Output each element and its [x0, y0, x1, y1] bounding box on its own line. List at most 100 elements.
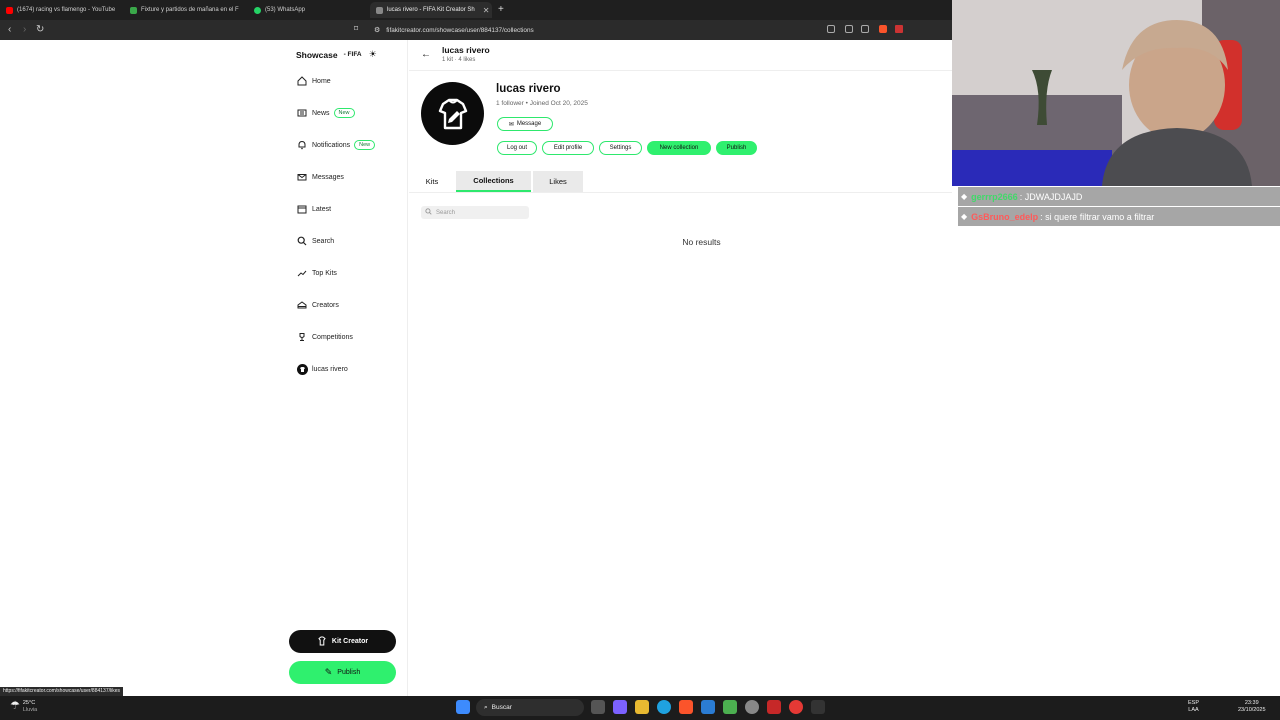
sidebar-item-label: News — [312, 109, 330, 117]
sidebar-item-competitions[interactable]: Competitions — [296, 329, 353, 345]
header-name: lucas rivero — [442, 45, 490, 55]
site-icon — [376, 6, 383, 14]
new-tab-button[interactable]: + — [498, 4, 504, 15]
widgets-icon[interactable] — [613, 700, 627, 714]
badge-icon: ◆ — [961, 192, 968, 201]
bookmark-icon[interactable]: ⌑ — [354, 24, 358, 33]
msi-icon[interactable] — [811, 700, 825, 714]
app-icon[interactable] — [767, 700, 781, 714]
profile-avatar — [421, 82, 484, 145]
empty-state: No results — [682, 237, 721, 247]
new-collection-button[interactable]: New collection — [647, 141, 711, 155]
kit-creator-button[interactable]: Kit Creator — [289, 630, 396, 653]
brand[interactable]: Showcase - FIFA ☀ — [296, 49, 377, 60]
webcam-overlay — [952, 0, 1280, 186]
publish-side-button[interactable]: ✎ Publish — [289, 661, 396, 684]
logout-button[interactable]: Log out — [497, 141, 537, 155]
browser-tab-youtube[interactable]: (1674) racing vs flamengo - YouTube — [6, 2, 126, 18]
brave-shield-icon[interactable] — [879, 25, 887, 33]
brave-icon[interactable] — [679, 700, 693, 714]
sidebar-item-news[interactable]: News New — [296, 105, 355, 121]
language-indicator[interactable]: ESP LAA — [1188, 700, 1199, 714]
edge-icon[interactable] — [657, 700, 671, 714]
publish-button[interactable]: Publish — [716, 141, 757, 155]
sidebar-item-profile[interactable]: lucas rivero — [296, 361, 348, 377]
tab-collections[interactable]: Collections — [456, 171, 531, 192]
sidebar: Showcase - FIFA ☀ Home News New Notifica… — [0, 40, 408, 696]
trending-icon — [296, 267, 308, 279]
news-icon — [296, 107, 308, 119]
close-icon[interactable]: ✕ — [483, 6, 490, 15]
url-field[interactable]: ⚙ fifakitcreator.com/showcase/user/88413… — [374, 24, 534, 36]
chat-message: ◆ GsBruno_edelp : si quere filtrar vamo … — [958, 207, 1280, 226]
address-bar-row: ‹ › ↻ ⌑ ⚙ fifakitcreator.com/showcase/us… — [0, 20, 952, 40]
stream-chat: ◆ gerrrp2666 : JDWAJDJAJD ◆ GsBruno_edel… — [958, 187, 1280, 227]
edit-profile-button[interactable]: Edit profile — [542, 141, 594, 155]
tab-label: (53) WhatsApp — [265, 7, 306, 13]
sidebar-item-label: Latest — [312, 205, 332, 213]
browser-tab-fixture[interactable]: Fixture y partidos de mañana en el F — [130, 2, 250, 18]
translate-icon[interactable] — [845, 25, 853, 33]
sidebar-item-label: Home — [312, 77, 331, 85]
start-icon[interactable] — [456, 700, 470, 714]
task-view-icon[interactable] — [591, 700, 605, 714]
url-text: fifakitcreator.com/showcase/user/884137/… — [386, 26, 534, 34]
search-placeholder: Search — [436, 209, 456, 216]
chat-message: ◆ gerrrp2666 : JDWAJDJAJD — [958, 187, 1280, 206]
sidebar-item-top-kits[interactable]: Top Kits — [296, 265, 337, 281]
back-icon[interactable]: ‹ — [8, 24, 11, 35]
shirt-edit-icon — [438, 98, 467, 129]
lang-bottom: LAA — [1188, 707, 1199, 713]
obs-icon[interactable] — [745, 700, 759, 714]
cast-icon[interactable] — [827, 25, 835, 33]
clock[interactable]: 23:39 23/10/2025 — [1238, 700, 1266, 714]
tab-label: Fixture y partidos de mañana en el F — [141, 7, 239, 13]
brand-sub: - FIFA — [343, 51, 362, 58]
tab-likes[interactable]: Likes — [533, 171, 583, 192]
brave-rewards-icon[interactable] — [895, 25, 903, 33]
reload-icon[interactable]: ↻ — [36, 24, 44, 35]
theme-toggle-icon[interactable]: ☀ — [369, 49, 377, 60]
sidebar-item-search[interactable]: Search — [296, 233, 334, 249]
sidebar-item-messages[interactable]: Messages — [296, 169, 344, 185]
tab-label: (1674) racing vs flamengo - YouTube — [17, 7, 116, 13]
share-icon[interactable] — [861, 25, 869, 33]
sidebar-item-creators[interactable]: Creators — [296, 297, 339, 313]
message-button[interactable]: ✉ Message — [497, 117, 553, 131]
lang-top: ESP — [1188, 700, 1200, 706]
trophy-icon — [296, 331, 308, 343]
sidebar-item-notifications[interactable]: Notifications New — [296, 137, 376, 153]
sidebar-item-label: Search — [312, 237, 335, 245]
weather-desc: Lluvia — [22, 706, 38, 713]
sidebar-item-latest[interactable]: Latest — [296, 201, 331, 217]
taskbar-search[interactable]: ⌕ Buscar — [476, 699, 584, 716]
divider — [409, 70, 952, 71]
browser-tab-whatsapp[interactable]: (53) WhatsApp — [254, 2, 364, 18]
weather-widget[interactable]: ☂ 25°C Lluvia — [10, 700, 37, 713]
chat-user: GsBruno_edelp — [971, 211, 1039, 222]
search-input[interactable]: Search — [421, 206, 529, 219]
pencil-icon: ✎ — [324, 667, 333, 677]
home-icon — [296, 75, 308, 87]
creators-icon — [296, 299, 308, 311]
new-badge: New — [333, 108, 355, 118]
settings-button[interactable]: Settings — [599, 141, 642, 155]
file-explorer-icon[interactable] — [635, 700, 649, 714]
profile-main: ← lucas rivero 1 kit · 4 likes lucas riv… — [409, 40, 952, 696]
site-info-icon[interactable]: ⚙ — [374, 26, 380, 34]
forward-icon[interactable]: › — [23, 24, 26, 35]
youtube-icon — [6, 6, 13, 14]
status-url: https://fifakitcreator.com/showcase/user… — [0, 687, 124, 696]
app-icon[interactable] — [701, 700, 715, 714]
app-icon[interactable] — [723, 700, 737, 714]
back-arrow-icon[interactable]: ← — [421, 49, 431, 60]
browser-tab-active[interactable]: lucas rivero - FIFA Kit Creator Sh ✕ — [370, 2, 492, 18]
tab-kits[interactable]: Kits — [419, 171, 445, 192]
search-icon — [296, 235, 308, 247]
sidebar-item-label: Top Kits — [312, 269, 337, 277]
mail-icon — [296, 171, 308, 183]
app-icon[interactable] — [789, 700, 803, 714]
sidebar-item-home[interactable]: Home — [296, 73, 331, 89]
search-icon: ⌕ — [484, 703, 488, 711]
weather-icon: ☂ — [10, 700, 20, 713]
